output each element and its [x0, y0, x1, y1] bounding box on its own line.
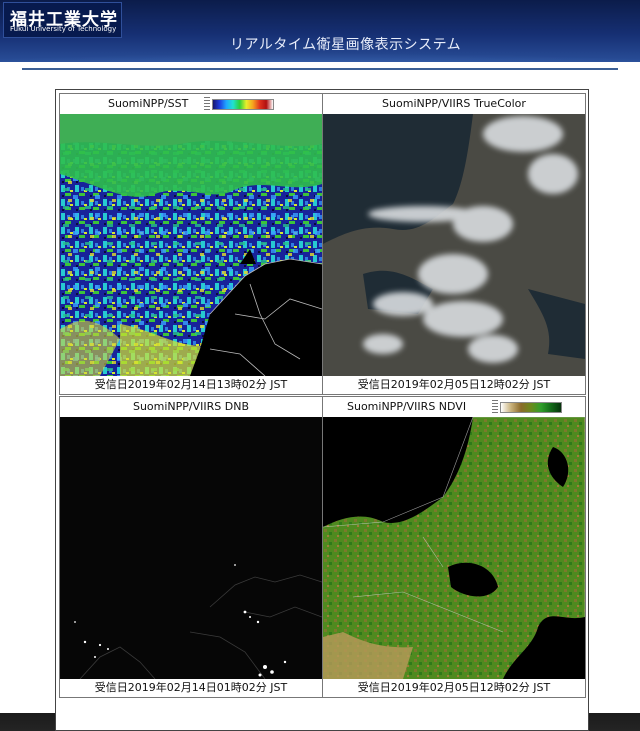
- truecolor-satellite-image[interactable]: [323, 114, 585, 376]
- sst-satellite-image[interactable]: [60, 114, 322, 376]
- panel-title-truecolor: SuomiNPP/VIIRS TrueColor: [382, 97, 526, 110]
- sst-colorbar: [212, 99, 274, 110]
- dnb-satellite-image[interactable]: [60, 417, 322, 679]
- satellite-image-grid: SuomiNPP/SST 受信日2019年02月14日13時02分 JST Su…: [55, 89, 589, 731]
- header-divider: [22, 68, 618, 70]
- panel-sst: SuomiNPP/SST 受信日2019年02月14日13時02分 JST: [59, 93, 323, 395]
- logo-english-name: Fukui University of Technology: [10, 25, 117, 33]
- panel-caption-sst: 受信日2019年02月14日13時02分 JST: [94, 378, 288, 391]
- truecolor-map: [323, 114, 585, 376]
- site-header: 福井工業大学 Fukui University of Technology リア…: [0, 0, 640, 62]
- panel-title-dnb: SuomiNPP/VIIRS DNB: [132, 400, 250, 413]
- dnb-map: [60, 417, 322, 679]
- main-content: SuomiNPP/SST 受信日2019年02月14日13時02分 JST Su…: [0, 62, 640, 731]
- sst-map: [60, 114, 322, 376]
- panel-truecolor: SuomiNPP/VIIRS TrueColor 受信日2019年02月05日1…: [322, 93, 586, 395]
- university-logo[interactable]: 福井工業大学 Fukui University of Technology: [3, 2, 122, 38]
- panel-title-sst: SuomiNPP/SST: [108, 97, 189, 110]
- panel-dnb: SuomiNPP/VIIRS DNB 受信日2019年02月14日01時02分 …: [59, 396, 323, 698]
- ndvi-colorbar-scale: [492, 400, 498, 414]
- sst-colorbar-scale: [204, 97, 210, 111]
- panel-caption-dnb: 受信日2019年02月14日01時02分 JST: [94, 681, 288, 694]
- panel-caption-ndvi: 受信日2019年02月05日12時02分 JST: [357, 681, 551, 694]
- panel-caption-truecolor: 受信日2019年02月05日12時02分 JST: [357, 378, 551, 391]
- ndvi-map: [323, 417, 585, 679]
- ndvi-satellite-image[interactable]: [323, 417, 585, 679]
- panel-ndvi: SuomiNPP/VIIRS NDVI 受信日2019年02月05日12時02分…: [322, 396, 586, 698]
- ndvi-colorbar: [500, 402, 562, 413]
- page-title: リアルタイム衛星画像表示システム: [230, 37, 462, 53]
